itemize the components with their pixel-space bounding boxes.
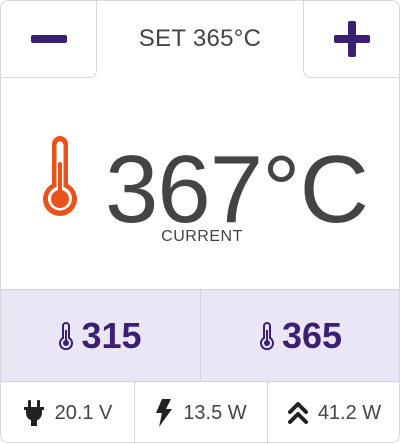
minus-icon [30,35,67,43]
thermometer-small-icon [259,321,274,350]
peak-power-stat: 41.2 W [268,382,399,442]
power-stats: 20.1 V 13.5 W 41.2 W [1,382,399,442]
power-stat: 13.5 W [135,382,268,442]
voltage-value: 20.1 V [54,401,113,424]
preset-temperature-1[interactable]: 315 [1,290,201,381]
plus-icon [333,21,370,57]
setpoint-label: SET 365°C [138,25,262,52]
power-value: 13.5 W [183,401,247,424]
preset-temperature-2[interactable]: 365 [201,290,399,381]
preset-temperature-value: 365 [281,314,343,356]
current-temperature-section: 367°C CURRENT [1,77,399,289]
plug-icon [23,400,44,426]
increase-button[interactable] [303,1,399,78]
thermometer-icon [43,136,77,216]
peak-power-value: 41.2 W [317,401,382,424]
thermometer-small-icon [59,321,74,350]
station-panel: SET 365°C 367°C CURRENT 315 365 20.1 V 1… [0,0,400,443]
decrease-button[interactable] [1,1,97,78]
bolt-icon [156,399,173,427]
setpoint-bar: SET 365°C [1,1,399,78]
double-chevron-up-icon [287,402,308,424]
preset-temperature-value: 315 [81,314,142,356]
current-temperature-label: CURRENT [161,228,243,245]
voltage-stat: 20.1 V [1,382,135,442]
temperature-presets: 315 365 [1,289,399,382]
current-temperature-value: 367°C [105,136,369,243]
